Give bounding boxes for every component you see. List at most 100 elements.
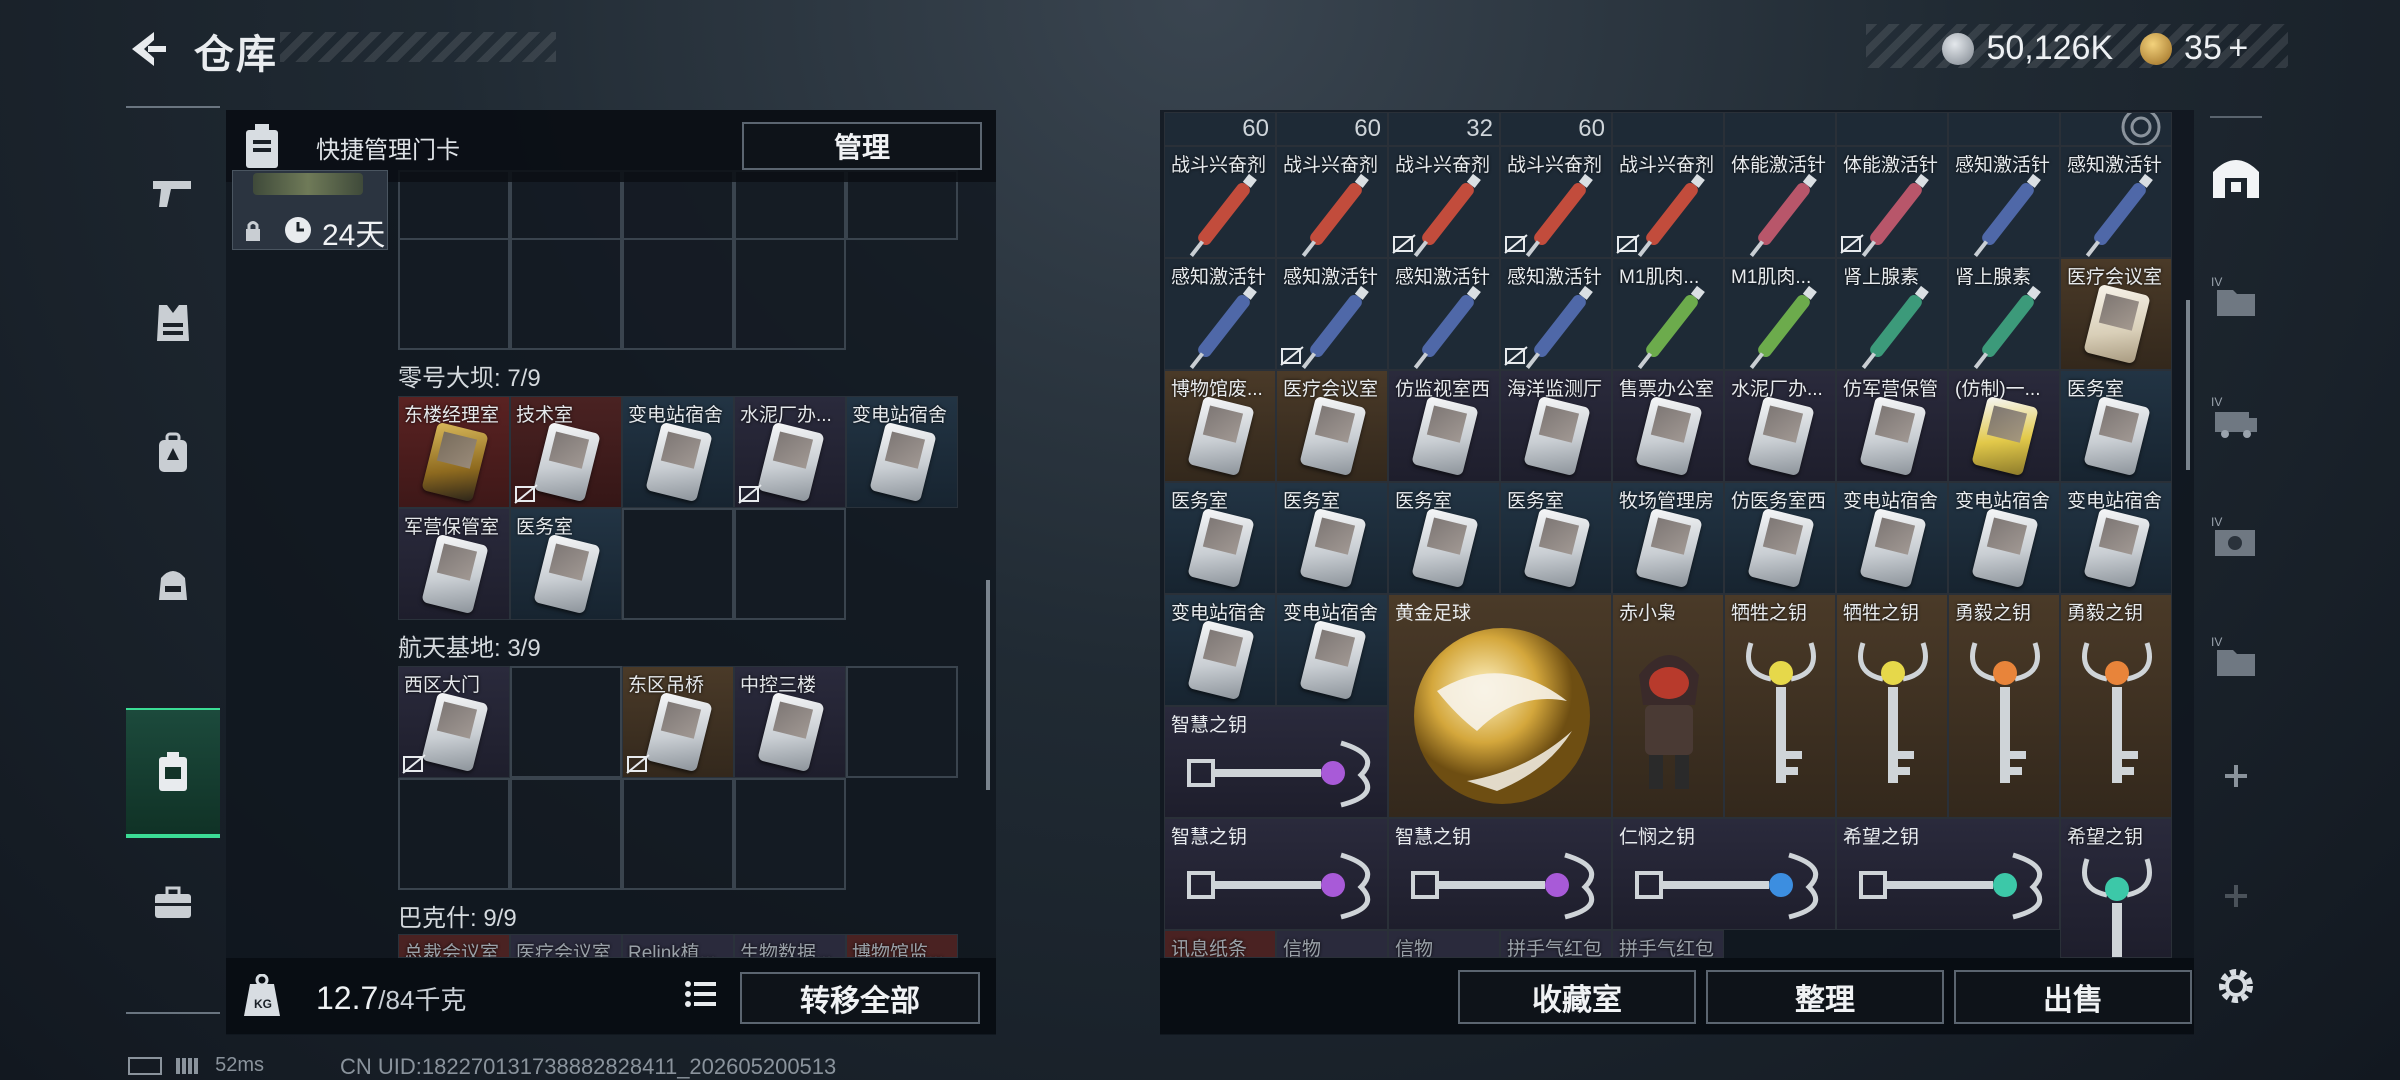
keycard-item[interactable]: Relink植... [622,934,734,958]
nav-storage-1[interactable]: IV [2200,246,2272,346]
sell-button[interactable]: 出售 [1954,970,2192,1024]
slot-empty[interactable] [510,666,622,778]
inventory-item[interactable]: 勇毅之钥 [2060,594,2172,818]
keycard-item[interactable]: 生物数据... [734,934,846,958]
slot-empty[interactable] [622,508,734,620]
inventory-item[interactable] [2060,112,2172,146]
inventory-item[interactable]: 医疗会议室 [2060,258,2172,370]
inventory-item[interactable]: (仿制)一... [1948,370,2060,482]
sort-button[interactable]: 整理 [1706,970,1944,1024]
inventory-item[interactable] [1948,112,2060,146]
inventory-item[interactable]: 仿监视室西 [1388,370,1500,482]
inventory-item[interactable]: 赤小枭 [1612,594,1724,818]
nav-storage-3[interactable]: IV [2200,486,2272,586]
inventory-item[interactable]: 仿医务室西 [1724,482,1836,594]
keycard-item[interactable]: 西区大门 [398,666,510,778]
keycard-item[interactable]: 中控三楼 [734,666,846,778]
slot-empty[interactable] [734,778,846,890]
inventory-item[interactable] [1836,112,1948,146]
slot-empty[interactable] [734,238,846,350]
keycard-item[interactable]: 医疗会议室 [510,934,622,958]
inventory-item[interactable] [1724,112,1836,146]
inventory-item-large[interactable]: 智慧之钥 [1164,706,1388,818]
right-scrollbar[interactable] [2186,300,2190,470]
inventory-item[interactable] [1612,112,1724,146]
transfer-all-button[interactable]: 转移全部 [740,972,980,1024]
inventory-item[interactable]: 战斗兴奋剂 [1164,146,1276,258]
inventory-item[interactable]: 售票办公室 [1612,370,1724,482]
inventory-item-large[interactable]: 希望之钥 [1836,818,2060,930]
inventory-item[interactable]: 肾上腺素 [1836,258,1948,370]
vault-button[interactable]: 收藏室 [1458,970,1696,1024]
keycard-item[interactable]: 总裁会议室 [398,934,510,958]
ticket-add-button[interactable]: + [2228,29,2248,67]
slot-empty[interactable] [622,778,734,890]
keycard-item[interactable]: 技术室 [510,396,622,508]
keycard-item[interactable]: 东区吊桥 [622,666,734,778]
left-scrollbar[interactable] [986,580,990,790]
inventory-item[interactable]: 水泥厂办... [1724,370,1836,482]
inventory-item[interactable]: 变电站宿舍 [1276,594,1388,706]
nav-backpack[interactable] [126,388,220,518]
inventory-item[interactable]: 肾上腺素 [1948,258,2060,370]
inventory-item[interactable]: 博物馆废... [1164,370,1276,482]
keycard-item[interactable]: 博物馆监... [846,934,958,958]
inventory-item[interactable]: 信物 [1388,930,1500,958]
slot-empty[interactable] [734,508,846,620]
inventory-item[interactable]: 战斗兴奋剂 [1500,146,1612,258]
slot-empty[interactable] [622,238,734,350]
inventory-item-large[interactable]: 黄金足球 [1388,594,1612,818]
nav-warehouse[interactable] [2200,126,2272,226]
inventory-item[interactable]: 感知激活针 [2060,146,2172,258]
keycard-item[interactable]: 变电站宿舍 [846,396,958,508]
inventory-item[interactable]: 勇毅之钥 [1948,594,2060,818]
inventory-item[interactable]: 变电站宿舍 [2060,482,2172,594]
nav-keycards[interactable] [126,708,220,838]
keycard-item[interactable]: 水泥厂办... [734,396,846,508]
inventory-item[interactable]: 感知激活针 [1388,258,1500,370]
slot-empty[interactable] [510,238,622,350]
inventory-item[interactable]: 牧场管理房 [1612,482,1724,594]
slot-empty[interactable] [398,238,510,350]
settings-button[interactable] [2200,936,2272,1036]
inventory-item[interactable]: 变电站宿舍 [1948,482,2060,594]
inventory-item[interactable]: M1肌肉... [1724,258,1836,370]
inventory-item[interactable]: 医务室 [1276,482,1388,594]
inventory-item[interactable]: 医务室 [1164,482,1276,594]
inventory-item-large[interactable]: 智慧之钥 [1164,818,1388,930]
inventory-item[interactable]: 拼手气红包 [1612,930,1724,958]
inventory-item[interactable]: 牺牲之钥 [1836,594,1948,818]
inventory-item[interactable]: 32 [1388,112,1500,146]
inventory-item[interactable]: 讯息纸条 [1164,930,1276,958]
inventory-item[interactable]: 体能激活针 [1836,146,1948,258]
slot-empty[interactable] [510,778,622,890]
nav-armor[interactable] [126,258,220,388]
inventory-item[interactable]: 医务室 [1388,482,1500,594]
inventory-item[interactable]: 战斗兴奋剂 [1612,146,1724,258]
inventory-item[interactable]: 变电站宿舍 [1164,594,1276,706]
nav-storage-2[interactable]: IV [2200,366,2272,466]
slot-empty[interactable] [846,666,958,778]
slot-empty[interactable] [398,778,510,890]
manage-button[interactable]: 管理 [742,122,982,170]
inventory-item-large[interactable]: 智慧之钥 [1388,818,1612,930]
inventory-item[interactable]: 体能激活针 [1724,146,1836,258]
inventory-item[interactable]: 60 [1276,112,1388,146]
inventory-item[interactable]: 信物 [1276,930,1388,958]
inventory-item[interactable]: 60 [1500,112,1612,146]
add-storage-button[interactable] [2200,726,2272,826]
inventory-item[interactable]: 感知激活针 [1276,258,1388,370]
keycard-item[interactable]: 医务室 [510,508,622,620]
inventory-item[interactable]: 医务室 [1500,482,1612,594]
inventory-item[interactable]: 拼手气红包 [1500,930,1612,958]
inventory-item[interactable]: 仿军营保管 [1836,370,1948,482]
inventory-item[interactable]: 牺牲之钥 [1724,594,1836,818]
inventory-item[interactable]: 变电站宿舍 [1836,482,1948,594]
inventory-item[interactable]: 感知激活针 [1164,258,1276,370]
back-button[interactable] [124,26,170,72]
inventory-item[interactable]: 医疗会议室 [1276,370,1388,482]
inventory-item-large[interactable]: 仁悯之钥 [1612,818,1836,930]
nav-weapons[interactable] [126,128,220,258]
inventory-item[interactable]: 60 [1164,112,1276,146]
keycard-item[interactable]: 东楼经理室 [398,396,510,508]
